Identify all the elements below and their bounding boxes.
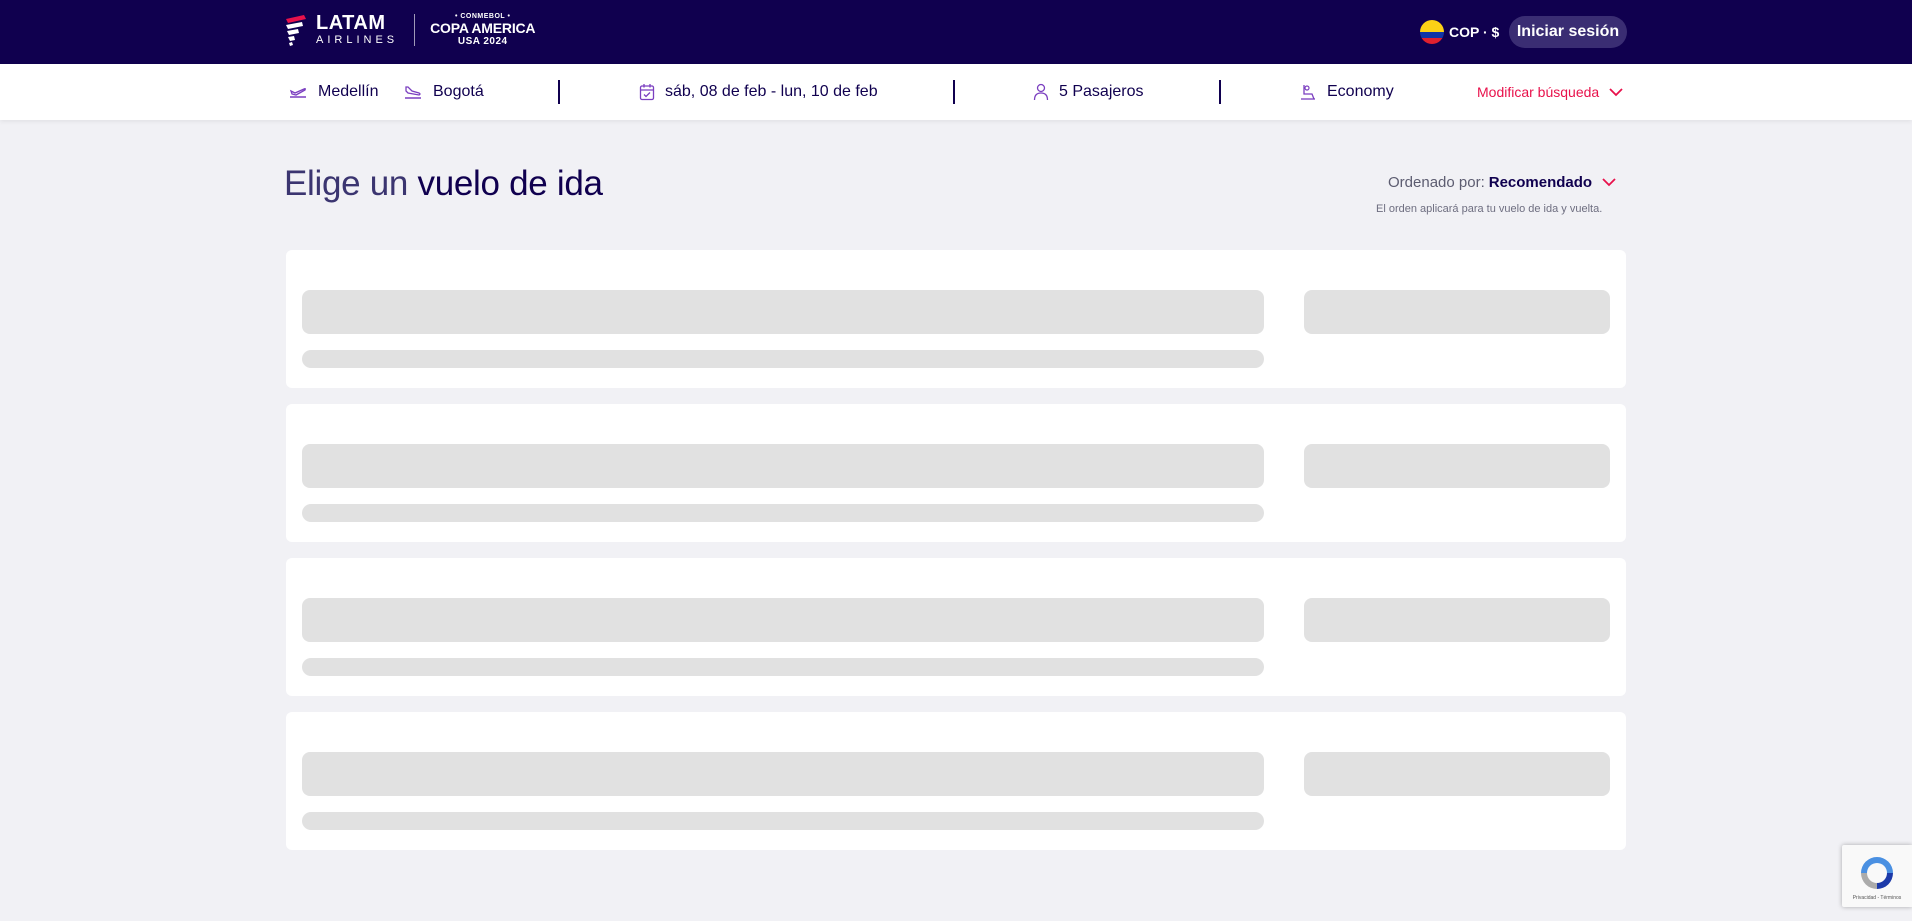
skeleton-block [302, 444, 1264, 488]
search-summary-bar: Medellín Bogotá sáb, 08 de feb - lun, 10… [0, 64, 1912, 120]
recaptcha-icon [1861, 857, 1893, 889]
copa-line3: USA 2024 [457, 35, 508, 47]
destination-city: Bogotá [433, 83, 484, 100]
divider [558, 80, 560, 104]
page-title: Elige un vuelo de ida [284, 164, 603, 204]
sort-value: Recomendado [1488, 174, 1593, 191]
person-icon [1033, 83, 1049, 101]
skeleton-line [302, 350, 1264, 368]
recaptcha-footer[interactable]: Privacidad - Términos [1842, 895, 1912, 901]
sort-note: El orden aplicará para tu vuelo de ida y… [1376, 203, 1603, 215]
sort-dropdown[interactable]: Ordenado por: Recomendado [1388, 174, 1616, 191]
copa-line2: COPA AMERICA [430, 19, 536, 36]
flight-card-skeleton [286, 404, 1626, 542]
skeleton-price [1304, 444, 1610, 488]
passengers-field[interactable]: 5 Pasajeros [1033, 64, 1144, 120]
skeleton-line [302, 504, 1264, 522]
latam-logo-icon [284, 13, 310, 47]
cabin-value: Economy [1327, 83, 1394, 100]
brand[interactable]: LATAM AIRLINES • CONMEBOL • COPA AMERICA… [284, 12, 536, 48]
copa-america-logo: • CONMEBOL • COPA AMERICA USA 2024 [430, 13, 535, 48]
skeleton-line [302, 812, 1264, 830]
takeoff-icon [289, 88, 306, 98]
brand-name: LATAM [316, 12, 386, 34]
brand-subtitle: AIRLINES [316, 34, 399, 46]
origin-city: Medellín [318, 83, 379, 100]
landing-icon [405, 86, 421, 99]
flight-card-skeleton [286, 250, 1626, 388]
modify-search-label: Modificar búsqueda [1477, 84, 1600, 100]
skeleton-block [302, 598, 1264, 642]
flight-card-skeleton [286, 712, 1626, 850]
modify-search-button[interactable]: Modificar búsqueda [1477, 64, 1623, 120]
skeleton-block [302, 290, 1264, 334]
skeleton-block [302, 752, 1264, 796]
flight-card-skeleton [286, 558, 1626, 696]
sort-label: Ordenado por: [1388, 174, 1485, 191]
seat-icon [1301, 85, 1315, 100]
brand-divider [414, 14, 416, 46]
currency-label: COP · $ [1449, 24, 1500, 40]
divider [1219, 80, 1221, 104]
destination-field[interactable]: Bogotá [403, 64, 484, 120]
chevron-down-icon [1609, 87, 1623, 96]
passengers-value: 5 Pasajeros [1059, 83, 1144, 100]
skeleton-price [1304, 290, 1610, 334]
skeleton-price [1304, 598, 1610, 642]
calendar-icon [639, 84, 655, 101]
title-prefix: Elige un [284, 164, 418, 203]
chevron-down-icon [1602, 178, 1616, 187]
top-header: LATAM AIRLINES • CONMEBOL • COPA AMERICA… [0, 0, 1912, 64]
recaptcha-badge[interactable]: Privacidad - Términos [1842, 845, 1912, 907]
dates-value: sáb, 08 de feb - lun, 10 de feb [665, 83, 878, 100]
currency-selector[interactable]: COP · $ [1420, 20, 1499, 44]
cabin-field[interactable]: Economy [1299, 64, 1394, 120]
skeleton-price [1304, 752, 1610, 796]
dates-field[interactable]: sáb, 08 de feb - lun, 10 de feb [639, 64, 878, 120]
title-emphasis: vuelo de ida [417, 164, 603, 203]
origin-field[interactable]: Medellín [288, 64, 378, 120]
skeleton-line [302, 658, 1264, 676]
colombia-flag-icon [1420, 20, 1444, 44]
login-button[interactable]: Iniciar sesión [1509, 16, 1627, 48]
divider [953, 80, 955, 104]
